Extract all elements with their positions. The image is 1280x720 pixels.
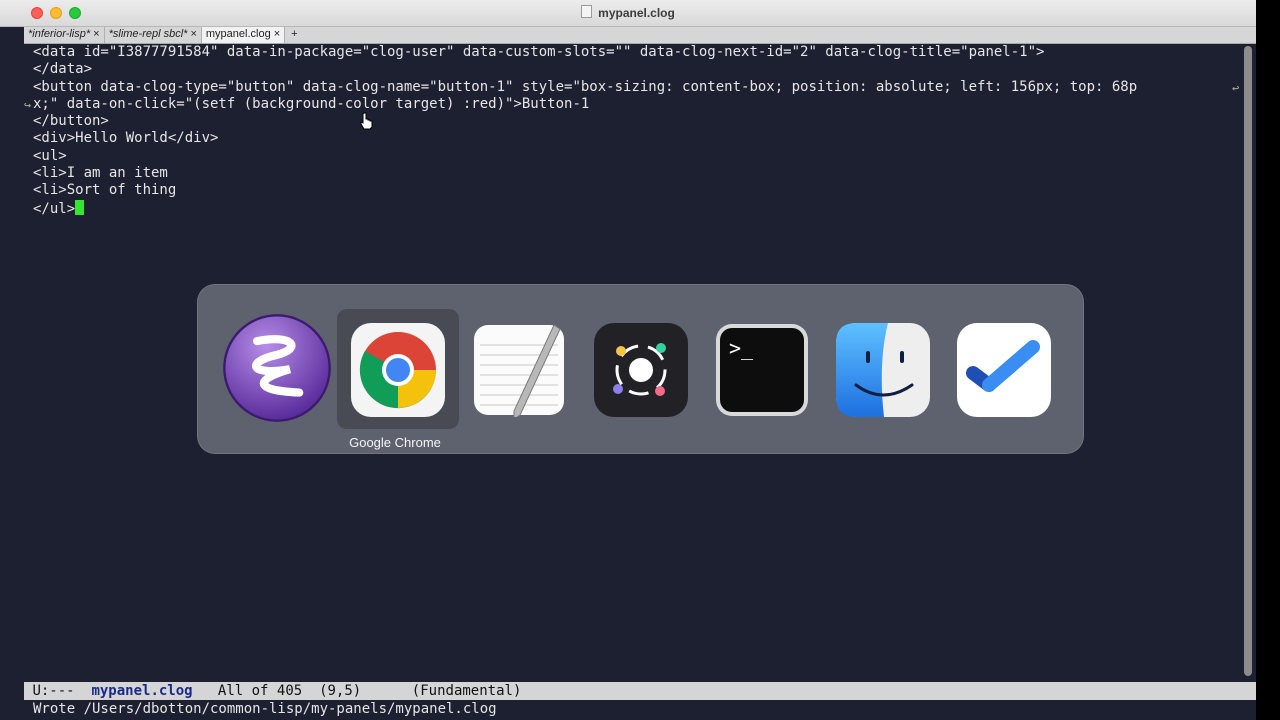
editor-line: <li>Sort of thing: [33, 182, 177, 199]
buffer-name: mypanel.clog: [91, 683, 193, 699]
checkmark-app-icon: [957, 323, 1051, 417]
editor-line: </data>: [33, 61, 93, 78]
app-slot-dots-app[interactable]: [580, 309, 702, 429]
vertical-scrollbar[interactable]: [1240, 44, 1256, 680]
app-slot-finder[interactable]: [822, 309, 944, 429]
tab-close-icon[interactable]: ×: [190, 28, 196, 40]
app-switcher: >_ Google Chrome: [197, 284, 1084, 454]
mode-line: U:--- mypanel.clog All of 405 (9,5) (Fun…: [24, 682, 1256, 700]
app-slot-tasks[interactable]: [943, 309, 1065, 429]
tab-label: *inferior-lisp*: [28, 28, 91, 40]
text-cursor: [75, 199, 85, 215]
tab-label: mypanel.clog: [205, 28, 271, 40]
emacs-icon: [223, 314, 331, 422]
svg-text:>_: >_: [729, 336, 754, 360]
hand-pointer-icon: [360, 112, 373, 130]
editor-line: <ul>: [33, 147, 67, 164]
buffer-status: U:---: [32, 683, 75, 699]
dots-app-icon: [594, 323, 688, 417]
major-mode: (Fundamental): [411, 683, 522, 699]
textedit-icon: [474, 324, 564, 417]
chrome-icon: [351, 323, 445, 417]
tab-bar: *inferior-lisp* × *slime-repl sbcl* × mypane…: [24, 27, 1256, 44]
editor-line: <data id="I3877791584" data-in-package="…: [33, 44, 1045, 60]
title-bar: mypanel.clog: [0, 0, 1256, 27]
line-wrap-icon: ↩: [1232, 81, 1240, 95]
editor-line-text: </ul>: [33, 200, 76, 217]
app-slot-google-chrome[interactable]: [337, 309, 459, 429]
line-continuation-icon: ↪: [24, 98, 32, 112]
buffer-position: All of 405: [217, 683, 303, 699]
tab-slime-repl[interactable]: *slime-repl sbcl* ×: [105, 27, 202, 43]
editor-line: </button>: [33, 113, 109, 130]
tab-inferior-lisp[interactable]: *inferior-lisp* ×: [24, 27, 105, 43]
app-slot-textedit[interactable]: [458, 309, 580, 429]
editor-line: <li>I am an item: [33, 165, 168, 182]
app-slot-terminal[interactable]: >_: [701, 309, 823, 429]
tab-close-icon[interactable]: ×: [274, 28, 280, 40]
editor-line: x;" data-on-click="(setf (background-col…: [33, 95, 590, 112]
editor-line: <div>Hello World</div>: [33, 130, 219, 147]
tab-close-icon[interactable]: ×: [93, 28, 99, 40]
tab-mypanel-clog[interactable]: mypanel.clog ×: [201, 27, 286, 43]
app-slot-emacs[interactable]: [216, 309, 338, 429]
window-title: mypanel.clog: [0, 5, 1256, 20]
editor-line-cursor: </ul>: [24, 199, 1240, 218]
selected-app-label: Google Chrome: [349, 435, 441, 450]
window-title-text: mypanel.clog: [598, 6, 675, 20]
tab-label: *slime-repl sbcl*: [108, 28, 188, 40]
scrollbar-thumb[interactable]: [1244, 46, 1252, 676]
finder-icon: [836, 323, 930, 417]
echo-area: Wrote /Users/dbotton/common-lisp/my-pane…: [24, 700, 1256, 720]
cursor-position: (9,5): [319, 683, 362, 699]
editor-line: <button data-clog-type="button" data-clo…: [33, 78, 1138, 95]
document-icon: [581, 5, 593, 18]
new-tab-button[interactable]: +: [285, 28, 303, 40]
terminal-icon: >_: [716, 324, 808, 416]
